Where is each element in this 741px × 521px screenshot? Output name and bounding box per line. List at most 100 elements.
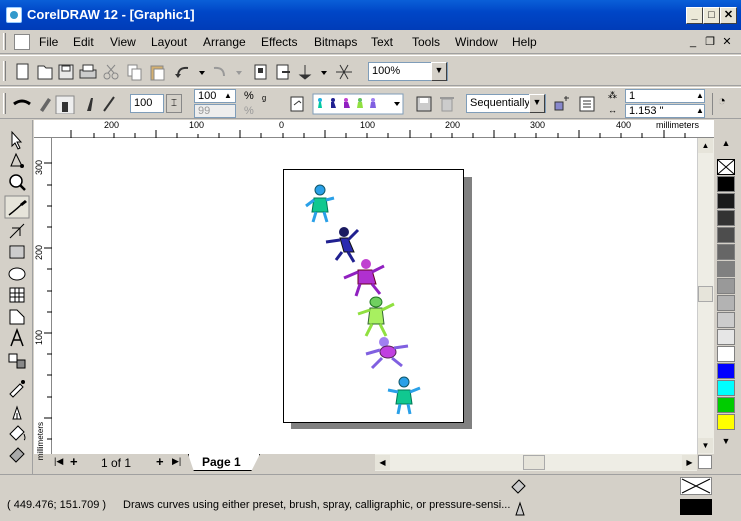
menu-edit[interactable]: Edit	[73, 35, 94, 49]
calligraphic-mode-icon[interactable]	[87, 98, 93, 111]
menu-tools[interactable]: Tools	[412, 35, 440, 49]
property-bar-grip[interactable]	[3, 93, 6, 114]
spray-artwork[interactable]	[284, 170, 465, 424]
menu-file[interactable]: File	[39, 35, 58, 49]
menu-grip[interactable]	[3, 33, 6, 50]
spraylist-dialog-icon[interactable]	[579, 96, 595, 112]
vertical-scrollbar[interactable]: ▲ ▼	[697, 138, 714, 454]
toolbar-grip[interactable]	[3, 61, 6, 81]
first-page-button[interactable]: |◀	[54, 456, 63, 467]
minimize-button[interactable]: _	[686, 7, 703, 24]
color-swatch[interactable]	[717, 210, 735, 226]
export-icon[interactable]	[276, 64, 290, 80]
color-swatch[interactable]	[717, 227, 735, 243]
color-swatch[interactable]	[717, 261, 735, 277]
menu-text[interactable]: Text	[371, 35, 393, 49]
smart-fill-tool-icon[interactable]	[9, 223, 25, 239]
cut-icon[interactable]	[103, 64, 119, 80]
navigator-button[interactable]	[698, 455, 712, 469]
menu-arrange[interactable]: Arrange	[203, 35, 246, 49]
menu-window[interactable]: Window	[455, 35, 498, 49]
menu-help[interactable]: Help	[512, 35, 537, 49]
scroll-up-button[interactable]: ▲	[698, 138, 713, 153]
undo-dropdown-icon[interactable]	[199, 71, 205, 75]
mdi-minimize-button[interactable]: _	[686, 36, 700, 49]
scroll-left-button[interactable]: ◀	[375, 455, 390, 470]
drawing-page[interactable]	[283, 169, 464, 423]
brush-size-field[interactable]: 100	[130, 94, 164, 113]
ellipse-tool-icon[interactable]	[8, 267, 26, 281]
insert-page-before-button[interactable]: +	[70, 454, 78, 469]
outline-pen-icon[interactable]	[515, 501, 525, 516]
delete-icon[interactable]	[440, 97, 454, 112]
application-launcher-icon[interactable]	[298, 65, 312, 80]
current-outline-swatch[interactable]	[680, 499, 712, 515]
preset-mode-icon[interactable]	[13, 99, 31, 106]
no-fill-swatch[interactable]	[717, 159, 735, 175]
new-icon[interactable]	[16, 63, 29, 80]
menu-bitmaps[interactable]: Bitmaps	[314, 35, 357, 49]
increase-size-lock-icon[interactable]: ᵍ	[262, 94, 274, 112]
fill-tool-icon[interactable]	[9, 425, 26, 441]
color-swatch[interactable]	[717, 380, 735, 396]
open-icon[interactable]	[37, 65, 53, 80]
color-swatch[interactable]	[717, 278, 735, 294]
launcher-dropdown-icon[interactable]	[321, 71, 327, 75]
fill-bucket-icon[interactable]	[511, 479, 526, 494]
mdi-restore-button[interactable]: ❐	[703, 36, 717, 49]
color-swatch[interactable]	[717, 397, 735, 413]
spacing-spinner[interactable]: ▲	[696, 105, 704, 117]
interactive-fill-tool-icon[interactable]	[9, 447, 25, 463]
sprayer-mode-icon[interactable]	[55, 95, 75, 114]
spacing-field[interactable]: 1.153 " ▲	[625, 104, 705, 118]
menu-layout[interactable]: Layout	[151, 35, 187, 49]
color-swatch[interactable]	[717, 363, 735, 379]
horizontal-ruler[interactable]: 200 100 0 100 200 300 400 millimeters	[34, 120, 714, 138]
scroll-down-button[interactable]: ▼	[698, 438, 713, 453]
dabs-spinner[interactable]: ▲	[696, 90, 704, 102]
menu-view[interactable]: View	[110, 35, 136, 49]
color-swatch[interactable]	[717, 346, 735, 362]
mdi-close-button[interactable]: ✕	[720, 36, 734, 49]
palette-scroll-down-icon[interactable]: ▼	[720, 436, 732, 448]
dancing-figure-4[interactable]	[357, 296, 395, 337]
save-icon[interactable]	[58, 64, 74, 80]
close-button[interactable]: ✕	[720, 7, 737, 24]
last-page-button[interactable]: ▶|	[172, 456, 181, 467]
page-tab-label[interactable]: Page 1	[202, 455, 241, 469]
add-to-spraylist-icon[interactable]	[554, 96, 569, 111]
redo-dropdown-icon[interactable]	[236, 71, 242, 75]
spray-scale-field[interactable]: 99	[194, 104, 236, 118]
color-swatch[interactable]	[717, 295, 735, 311]
zoom-dropdown-arrow[interactable]: ▼	[431, 62, 447, 81]
dancing-figure-6[interactable]	[387, 376, 421, 415]
pick-tool-icon[interactable]	[11, 130, 23, 150]
vertical-scroll-thumb[interactable]	[698, 286, 713, 302]
brush-size-lock-icon[interactable]: ⌶	[166, 94, 182, 113]
dancing-figure-3[interactable]	[343, 259, 385, 297]
current-fill-swatch[interactable]	[680, 477, 712, 495]
color-swatch[interactable]	[717, 414, 735, 430]
palette-scroll-up-icon[interactable]: ▲	[720, 138, 732, 150]
dancing-figure-5[interactable]	[365, 337, 409, 370]
brush-mode-icon[interactable]	[40, 98, 51, 112]
outline-tool-icon[interactable]	[12, 405, 22, 420]
pressure-mode-icon[interactable]	[103, 96, 115, 112]
import-icon[interactable]	[254, 64, 267, 80]
dancing-figure-1[interactable]	[305, 184, 335, 223]
menu-effects[interactable]: Effects	[261, 35, 297, 49]
redo-icon[interactable]	[213, 66, 225, 77]
save-artistic-media-icon[interactable]	[416, 96, 432, 112]
zoom-tool-icon[interactable]	[9, 174, 26, 191]
interactive-blend-tool-icon[interactable]	[8, 353, 26, 369]
horizontal-scroll-thumb[interactable]	[523, 455, 545, 470]
eyedropper-tool-icon[interactable]	[9, 380, 25, 398]
print-icon[interactable]	[79, 64, 97, 79]
insert-page-after-button[interactable]: +	[156, 454, 164, 469]
rectangle-tool-icon[interactable]	[9, 245, 25, 259]
horizontal-scrollbar[interactable]: ◀ ▶	[375, 454, 697, 471]
undo-icon[interactable]	[175, 66, 189, 78]
vertical-ruler[interactable]: 300 200 100 millimeters	[34, 138, 52, 460]
document-icon[interactable]	[14, 34, 30, 50]
color-swatch[interactable]	[717, 244, 735, 260]
